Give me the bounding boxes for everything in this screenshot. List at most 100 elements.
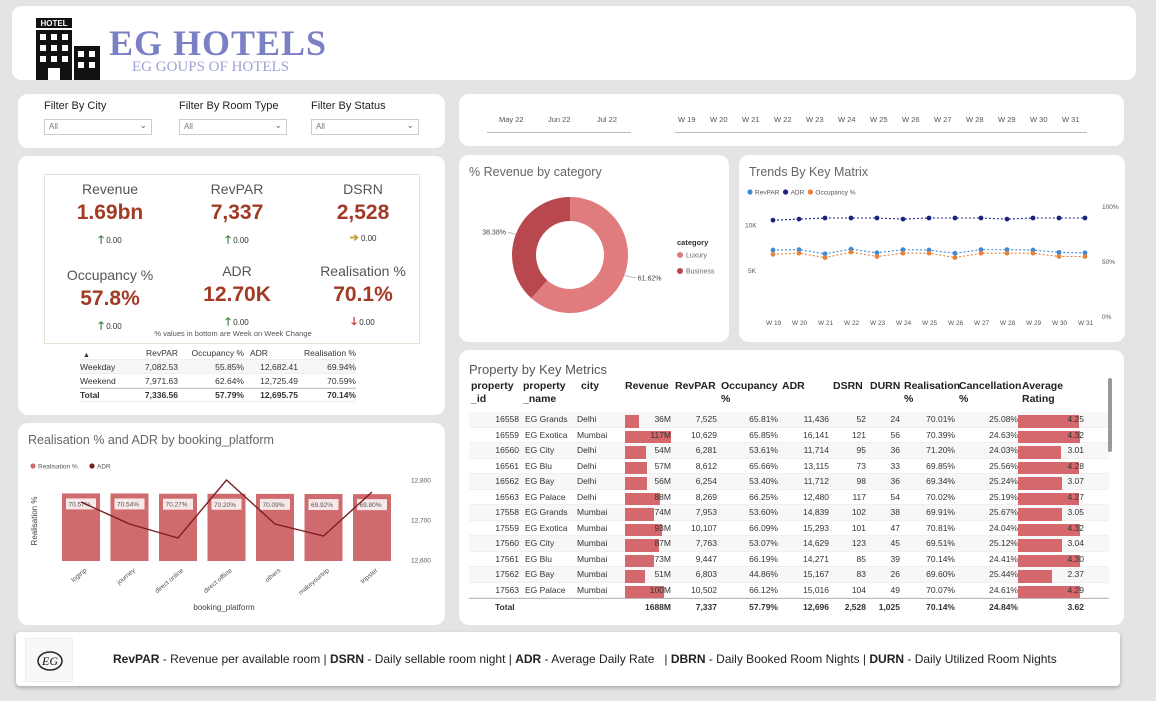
data-point[interactable] xyxy=(822,215,828,221)
data-point[interactable] xyxy=(926,215,932,221)
table-row[interactable]: 16560 EG City Delhi 54M 6,281 53.61% 11,714 95 3… xyxy=(469,443,1109,460)
table-row[interactable]: 16558 EG Grands Delhi 36M 7,525 65.81% 11,436 5… xyxy=(469,412,1109,429)
filter-city-dropdown[interactable]: All ⌄ xyxy=(44,119,152,135)
sort-arrow-icon[interactable]: ▲ xyxy=(83,352,90,359)
col-header-11[interactable]: Average Rating xyxy=(1018,380,1084,406)
cell-value: 10,629 xyxy=(691,429,717,440)
table-row[interactable]: 17562 EG Bay Mumbai 51M 6,803 44.86% 15,167 83 2… xyxy=(469,567,1109,584)
data-point[interactable] xyxy=(900,216,906,222)
cell-value: Mumbai xyxy=(577,553,608,564)
month-jul[interactable]: Jul 22 xyxy=(597,115,617,124)
col-header-1[interactable]: property _name xyxy=(521,380,577,406)
data-point[interactable] xyxy=(770,251,776,257)
data-point[interactable] xyxy=(874,215,880,221)
glossary-abbr: DURN xyxy=(869,652,905,666)
col-header-0[interactable]: property _id xyxy=(469,380,521,406)
week-w19[interactable]: W 19 xyxy=(678,115,696,124)
week-w25[interactable]: W 25 xyxy=(870,115,888,124)
data-point[interactable] xyxy=(978,215,984,221)
table-cell: 17559 xyxy=(469,523,521,533)
total-cell: 1,025 xyxy=(878,601,900,612)
week-w29[interactable]: W 29 xyxy=(998,115,1016,124)
table-row[interactable]: 16563 EG Palace Delhi 88M 8,269 66.25% 12,480 1… xyxy=(469,490,1109,506)
week-w26[interactable]: W 26 xyxy=(902,115,920,124)
col-header-7[interactable]: DSRN xyxy=(829,380,866,393)
data-point[interactable] xyxy=(1082,215,1088,221)
week-w21[interactable]: W 21 xyxy=(742,115,760,124)
week-w28[interactable]: W 28 xyxy=(966,115,984,124)
table-cell: 25.19% xyxy=(955,492,1018,502)
table-cell: 100M xyxy=(621,585,671,598)
table-row[interactable]: 16561 EG Blu Delhi 57M 8,612 65.66% 13,115 73 33… xyxy=(469,459,1109,475)
month-jun[interactable]: Jun 22 xyxy=(548,115,571,124)
table-row[interactable]: 17561 EG Blu Mumbai 73M 9,447 66.19% 14,271 85 3… xyxy=(469,552,1109,568)
data-point[interactable] xyxy=(952,250,958,256)
col-header-8[interactable]: DURN xyxy=(866,380,900,393)
glossary-desc: - Revenue per available room | xyxy=(159,652,331,666)
table-row[interactable]: 17559 EG Exotica Mumbai 93M 10,107 66.09% 15,2… xyxy=(469,521,1109,537)
data-point[interactable] xyxy=(796,250,802,256)
week-w20[interactable]: W 20 xyxy=(710,115,728,124)
data-point[interactable] xyxy=(952,255,958,260)
data-point[interactable] xyxy=(978,250,984,256)
table-row[interactable]: 16562 EG Bay Delhi 56M 6,254 53.40% 11,712 98 36… xyxy=(469,474,1109,491)
cell-value: 53.60% xyxy=(749,507,778,518)
col-header-2[interactable]: city xyxy=(577,380,621,393)
data-point[interactable] xyxy=(1056,249,1062,255)
data-point[interactable] xyxy=(1030,250,1036,256)
data-point[interactable] xyxy=(1056,215,1062,221)
data-point[interactable] xyxy=(822,255,828,260)
data-point[interactable] xyxy=(1056,254,1062,259)
week-w30[interactable]: W 30 xyxy=(1030,115,1048,124)
week-w23[interactable]: W 23 xyxy=(806,115,824,124)
table-cell: 121 xyxy=(829,430,866,440)
month-may[interactable]: May 22 xyxy=(499,115,524,124)
data-point[interactable] xyxy=(874,254,880,259)
col-header-5[interactable]: Occupancy % xyxy=(717,380,778,406)
week-w27[interactable]: W 27 xyxy=(934,115,952,124)
week-w22[interactable]: W 22 xyxy=(774,115,792,124)
col-revpar[interactable]: RevPAR xyxy=(126,348,178,358)
cell-value: 66.12% xyxy=(749,584,778,595)
col-header-3[interactable]: Revenue xyxy=(621,380,671,393)
cell-value: EG City xyxy=(525,445,555,456)
col-occupancy[interactable]: Occupancy % xyxy=(178,348,244,358)
week-w31[interactable]: W 31 xyxy=(1062,115,1080,124)
cell-value: 4.29 xyxy=(1067,584,1084,595)
table-row[interactable]: 17563 EG Palace Mumbai 100M 10,502 66.12% 15,0… xyxy=(469,583,1109,598)
table-cell: 16561 xyxy=(469,461,521,471)
data-point[interactable] xyxy=(848,215,854,221)
col-header-10[interactable]: Cancellation % xyxy=(955,380,1021,406)
col-realisation[interactable]: Realisation % xyxy=(298,348,356,358)
table-cell: 87M xyxy=(621,538,671,553)
col-header-4[interactable]: RevPAR xyxy=(671,380,717,393)
table-row[interactable]: 17558 EG Grands Mumbai 74M 7,953 53.60% 14,839… xyxy=(469,505,1109,522)
data-point[interactable] xyxy=(796,216,802,222)
table-cell: 4.25 xyxy=(1018,414,1084,429)
table-cell: 15,293 xyxy=(778,523,829,533)
data-point[interactable] xyxy=(1030,215,1036,221)
data-point[interactable] xyxy=(1004,216,1010,222)
col-header-9[interactable]: Realisation % xyxy=(900,380,960,406)
data-point[interactable] xyxy=(770,247,776,253)
table-scrollbar[interactable] xyxy=(1108,378,1112,452)
week-w24[interactable]: W 24 xyxy=(838,115,856,124)
filter-room-type-dropdown[interactable]: All ⌄ xyxy=(179,119,287,135)
data-point[interactable] xyxy=(770,217,776,223)
data-point[interactable] xyxy=(848,249,854,255)
donut-slice-business[interactable] xyxy=(512,197,570,299)
data-point[interactable] xyxy=(1004,250,1010,256)
data-point[interactable] xyxy=(1082,254,1088,259)
data-point[interactable] xyxy=(926,250,932,256)
cell-value: 3.04 xyxy=(1067,538,1084,549)
data-point[interactable] xyxy=(952,215,958,221)
col-header-6[interactable]: ADR xyxy=(778,380,829,393)
trends-svg: RevPAR ADR Occupancy % 10K 5K 100% 50% 0% W 19 W… xyxy=(745,189,1119,327)
data-point[interactable] xyxy=(900,250,906,256)
table-row[interactable]: 17560 EG City Mumbai 87M 7,763 53.07% 14,629 12… xyxy=(469,536,1109,553)
col-adr[interactable]: ADR xyxy=(244,348,298,358)
filter-status-dropdown[interactable]: All ⌄ xyxy=(311,119,419,135)
cell-value: 25.24% xyxy=(989,476,1018,487)
cell-value: 7,525 xyxy=(695,414,717,425)
table-row[interactable]: 16559 EG Exotica Mumbai 117M 10,629 65.85% 16,… xyxy=(469,428,1109,444)
